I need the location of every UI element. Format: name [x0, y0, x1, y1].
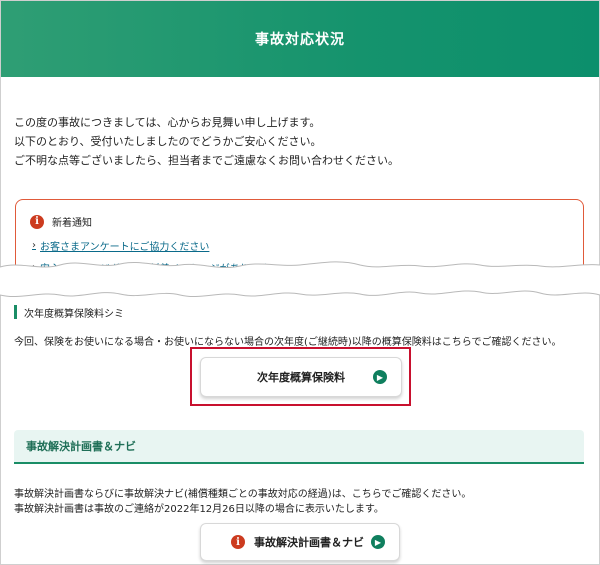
chevron-right-icon: ›: [32, 240, 36, 251]
premium-description: 今回、保険をお使いになる場合・お使いにならない場合の次年度(ご継続時)以降の概算…: [14, 337, 562, 348]
plan-description-line: 事故解決計画書は事故のご連絡が2022年12月26日以降の場合に表示いたします。: [14, 504, 384, 515]
arrow-right-icon: ▶: [371, 535, 385, 549]
plan-navi-button[interactable]: i 事故解決計画書＆ナビ ▶: [200, 523, 400, 561]
survey-link[interactable]: › お客さまアンケートにご協力ください: [32, 238, 209, 253]
page-title: 事故対応状況: [255, 32, 345, 48]
section-marker: [14, 305, 17, 319]
notification-title: 新着通知: [52, 218, 92, 229]
intro-line: ご不明な点等ございましたら、担当者までご遠慮なくお問い合わせください。: [14, 154, 399, 167]
plan-section-title: 事故解決計画書＆ナビ: [26, 440, 136, 453]
plan-section-header: 事故解決計画書＆ナビ: [14, 430, 584, 464]
notification-header: i 新着通知: [30, 214, 92, 229]
torn-edge-divider: [0, 261, 600, 298]
intro-message: この度の事故につきましては、心からお見舞い申し上げます。 以下のとおり、受付いた…: [14, 113, 399, 170]
intro-line: この度の事故につきましては、心からお見舞い申し上げます。: [14, 116, 321, 129]
info-icon: i: [231, 535, 245, 549]
premium-section-label: 次年度概算保険料シミ: [24, 309, 124, 320]
plan-navi-button-label: 事故解決計画書＆ナビ: [254, 536, 364, 549]
highlight-frame: [190, 347, 411, 406]
plan-description-line: 事故解決計画書ならびに事故解決ナビ(補償種類ごとの事故対応の経過)は、こちらでご…: [14, 489, 472, 500]
page-header: 事故対応状況: [1, 1, 599, 77]
info-icon: i: [30, 214, 44, 229]
survey-link-label: お客さまアンケートにご協力ください: [40, 242, 210, 253]
intro-line: 以下のとおり、受付いたしましたのでどうかご安心ください。: [14, 135, 322, 148]
